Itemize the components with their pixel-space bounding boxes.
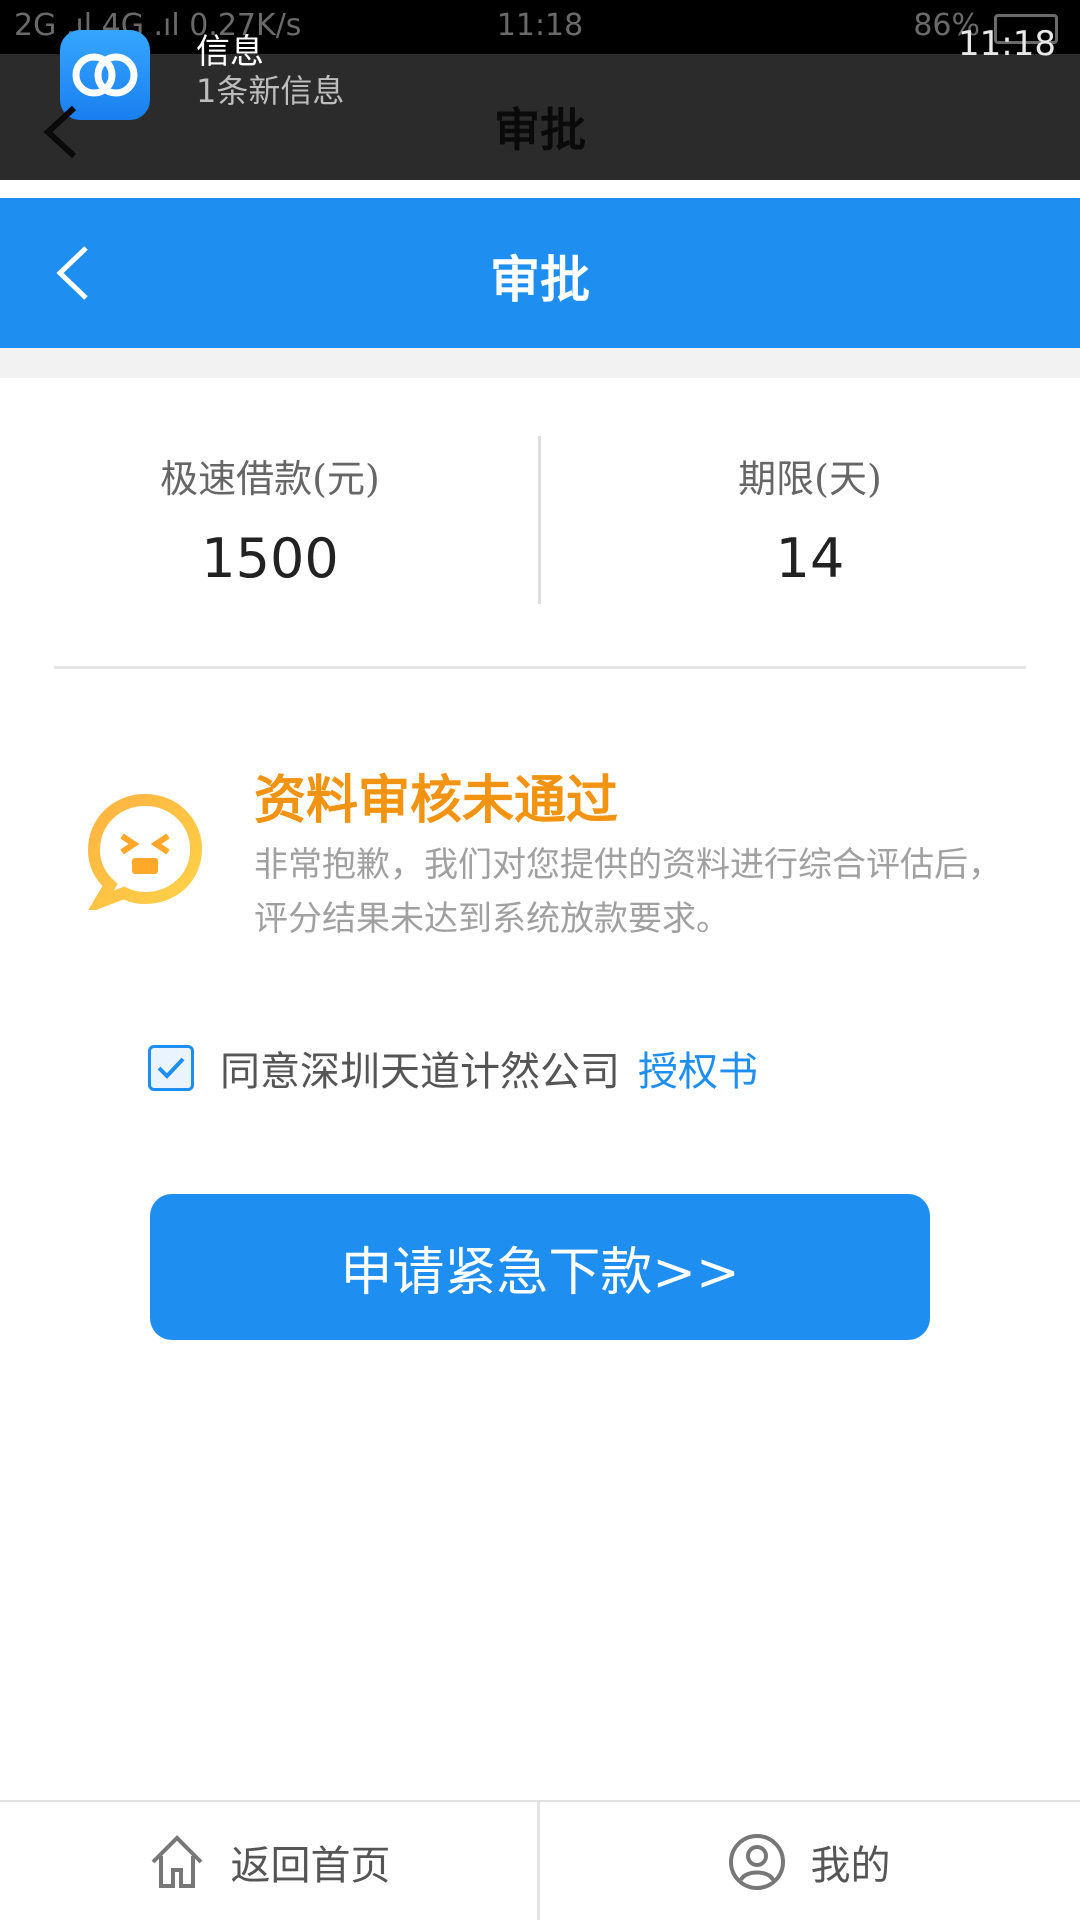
page-title: 审批 [490, 251, 590, 309]
loan-term-label: 期限(天) [738, 457, 882, 501]
result-description: 非常抱歉，我们对您提供的资料进行综合评估后，评分结果未达到系统放款要求。 [254, 845, 1002, 939]
app-header: 审批 [0, 198, 1080, 348]
nav-me[interactable]: 我的 [540, 1802, 1077, 1920]
notification-underlying-title: 审批 [494, 103, 586, 157]
nav-me-label: 我的 [810, 1843, 891, 1889]
agreement-checkbox[interactable] [148, 1045, 194, 1091]
agreement-row: 同意深圳天道计然公司 授权书 [148, 1039, 758, 1097]
loan-term-value: 14 [775, 527, 845, 590]
result-title: 资料审核未通过 [254, 770, 619, 831]
agreement-text: 同意深圳天道计然公司 [220, 1049, 620, 1095]
sad-face-chat-icon [86, 792, 204, 914]
loan-term-block: 期限(天) 14 [540, 448, 1080, 590]
notification-time: 11:18 [958, 24, 1056, 64]
authorization-link[interactable]: 授权书 [638, 1039, 758, 1097]
section-divider [54, 666, 1026, 669]
status-bar: 2G .ıl 4G .ıl 0.27K/s 11:18 86% [0, 0, 1080, 54]
loan-amount-label: 极速借款(元) [160, 457, 380, 501]
loan-summary: 极速借款(元) 1500 期限(天) 14 [0, 378, 1080, 628]
house-icon [151, 1835, 202, 1888]
user-icon [728, 1834, 785, 1890]
nav-home[interactable]: 返回首页 [0, 1802, 537, 1920]
loan-amount-block: 极速借款(元) 1500 [0, 448, 540, 590]
section-gap [0, 348, 1080, 378]
app-frame: 2G .ıl 4G .ıl 0.27K/s 11:18 86% 信息 1条新信息… [0, 0, 1080, 1920]
nav-home-label: 返回首页 [230, 1843, 391, 1889]
apply-urgent-loan-button[interactable]: 申请紧急下款>> [150, 1194, 930, 1340]
loan-amount-value: 1500 [201, 527, 339, 590]
checkmark-icon [157, 1057, 185, 1079]
bottom-nav: 返回首页 我的 [0, 1800, 1080, 1920]
notification-banner[interactable]: 信息 1条新信息 11:18 审批 [0, 24, 1080, 180]
